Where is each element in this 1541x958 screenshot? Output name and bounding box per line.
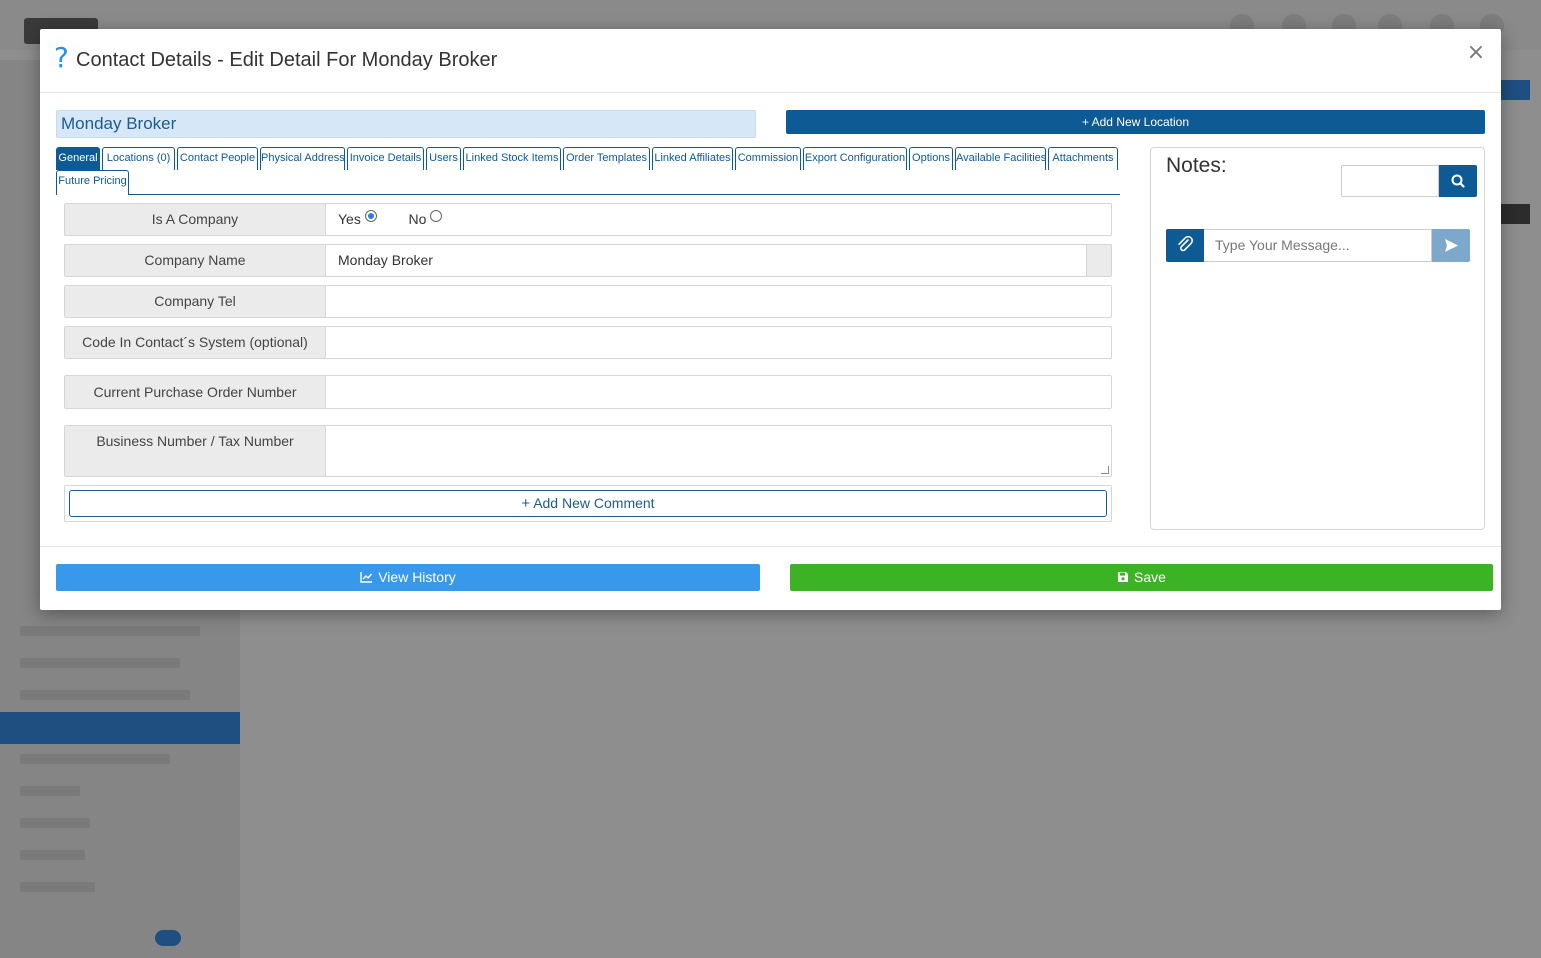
is-company-no-radio[interactable] <box>430 210 443 223</box>
tab-commission[interactable]: Commission <box>735 147 801 170</box>
notes-search-button[interactable] <box>1439 165 1477 197</box>
notes-panel: Notes: Type Your Message... <box>1150 147 1485 530</box>
view-history-label: View History <box>378 569 456 585</box>
tab-available-facilities[interactable]: Available Facilities <box>955 147 1046 170</box>
background-button <box>1500 80 1530 100</box>
tab-export-configuration[interactable]: Export Configuration <box>803 147 907 170</box>
add-new-comment-button[interactable]: + Add New Comment <box>69 490 1107 517</box>
contact-details-modal: ? Contact Details - Edit Detail For Mond… <box>40 29 1501 610</box>
company-tel-input[interactable] <box>338 286 1098 317</box>
background-sidebar-row <box>20 690 190 700</box>
is-company-yes-radio[interactable] <box>364 210 377 223</box>
comment-section: + Add New Comment <box>64 485 1112 522</box>
is-company-no-label: No <box>408 211 427 227</box>
company-name-addon <box>1086 245 1111 276</box>
add-new-location-button[interactable]: + Add New Location <box>786 110 1485 134</box>
tab-physical-address[interactable]: Physical Address <box>260 147 345 170</box>
code-row: Code In Contact´s System (optional) <box>64 326 1112 359</box>
tab-invoice-details[interactable]: Invoice Details <box>347 147 424 170</box>
tab-contact-people[interactable]: Contact People <box>177 147 258 170</box>
save-label: Save <box>1134 569 1166 585</box>
po-number-label: Current Purchase Order Number <box>65 376 326 408</box>
add-new-comment-label: Add New Comment <box>533 495 655 511</box>
background-sidebar-row <box>20 786 80 796</box>
background-sidebar-row <box>20 754 170 764</box>
business-number-label: Business Number / Tax Number <box>65 426 326 476</box>
note-message-input[interactable]: Type Your Message... <box>1204 229 1432 262</box>
textarea-resize-handle[interactable] <box>1101 466 1109 474</box>
send-note-button[interactable] <box>1432 229 1470 262</box>
chart-line-icon <box>360 572 373 583</box>
send-icon <box>1445 239 1458 252</box>
help-icon[interactable]: ? <box>54 41 69 75</box>
code-input[interactable] <box>338 327 1098 358</box>
business-number-row: Business Number / Tax Number <box>64 425 1112 477</box>
po-number-row: Current Purchase Order Number <box>64 375 1112 409</box>
po-number-input[interactable] <box>338 376 1098 408</box>
save-button[interactable]: Save <box>790 564 1493 591</box>
background-sidebar-row <box>20 626 200 636</box>
contact-name-field[interactable]: Monday Broker <box>56 110 756 138</box>
search-icon <box>1451 174 1465 188</box>
company-tel-row: Company Tel <box>64 285 1112 318</box>
company-name-input[interactable]: Monday Broker <box>338 245 433 276</box>
company-name-row: Company Name Monday Broker <box>64 244 1112 277</box>
notes-title: Notes: <box>1166 154 1227 177</box>
tab-future-pricing[interactable]: Future Pricing <box>56 170 129 195</box>
is-company-options: Yes No <box>338 204 443 235</box>
business-number-textarea[interactable] <box>338 426 1098 476</box>
tab-bar: General Locations (0) Contact People Phy… <box>56 147 1120 195</box>
tab-users[interactable]: Users <box>426 147 461 170</box>
modal-title: Contact Details - Edit Detail For Monday… <box>76 49 498 71</box>
background-sidebar-row <box>20 818 90 828</box>
background-sidebar-row <box>20 882 95 892</box>
tab-order-templates[interactable]: Order Templates <box>563 147 650 170</box>
company-name-label: Company Name <box>65 245 326 276</box>
is-company-label: Is A Company <box>65 204 326 235</box>
attach-file-button[interactable] <box>1166 229 1204 262</box>
modal-footer: View History Save <box>40 546 1501 610</box>
tab-attachments[interactable]: Attachments <box>1048 147 1118 170</box>
background-button <box>1500 204 1530 224</box>
paperclip-icon <box>1178 235 1193 252</box>
company-tel-label: Company Tel <box>65 286 326 317</box>
background-sidebar-active-item <box>0 712 240 744</box>
code-label: Code In Contact´s System (optional) <box>65 327 326 358</box>
close-icon[interactable]: × <box>1464 41 1488 65</box>
tab-general[interactable]: General <box>56 147 100 170</box>
tab-linked-stock-items[interactable]: Linked Stock Items <box>463 147 561 170</box>
modal-header: ? Contact Details - Edit Detail For Mond… <box>40 29 1501 93</box>
floppy-disk-icon <box>1118 572 1129 583</box>
is-company-row: Is A Company Yes No <box>64 203 1112 236</box>
background-sidebar-row <box>20 658 180 668</box>
plus-icon: + <box>521 495 531 512</box>
tab-locations[interactable]: Locations (0) <box>102 147 175 170</box>
notes-search-input[interactable] <box>1341 165 1439 197</box>
tab-options[interactable]: Options <box>909 147 953 170</box>
view-history-button[interactable]: View History <box>56 564 760 591</box>
background-sidebar-row <box>20 850 85 860</box>
is-company-yes-label: Yes <box>338 211 361 227</box>
background-toggle <box>155 930 181 946</box>
tab-linked-affiliates[interactable]: Linked Affiliates <box>652 147 733 170</box>
